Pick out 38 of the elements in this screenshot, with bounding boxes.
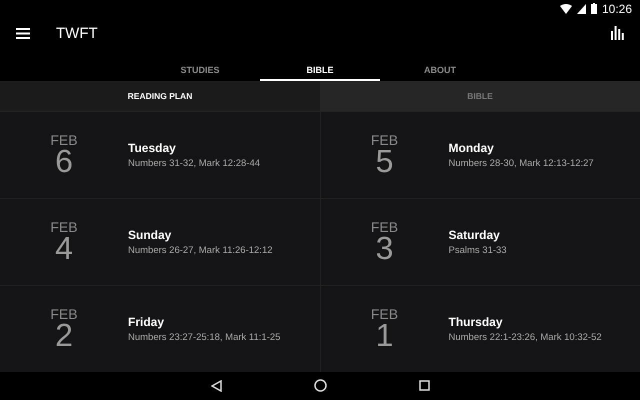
- bar-chart-icon[interactable]: [611, 26, 624, 40]
- segment-tab[interactable]: READING PLAN: [0, 80, 320, 111]
- weekday-title: Saturday: [448, 228, 500, 242]
- weekday-title: Tuesday: [128, 140, 176, 155]
- reading-text: Numbers 28-30, Mark 12:13-12:27: [448, 158, 594, 169]
- signal-icon: [576, 4, 586, 14]
- day-number: 6: [55, 144, 73, 177]
- weekday-title: Friday: [128, 314, 164, 329]
- battery-icon: [590, 3, 597, 14]
- month-label: FEB: [370, 132, 398, 147]
- segment-tab[interactable]: BIBLE: [320, 80, 640, 111]
- month-label: FEB: [370, 306, 398, 321]
- month-label: FEB: [50, 132, 78, 147]
- month-label: FEB: [50, 220, 78, 234]
- status-time: 10:26: [602, 2, 632, 16]
- back-icon[interactable]: [210, 380, 222, 392]
- menu-icon[interactable]: [16, 28, 30, 39]
- day-number: 3: [376, 232, 394, 264]
- day-number: 4: [55, 232, 73, 264]
- weekday-title: Monday: [448, 140, 494, 155]
- recents-icon[interactable]: [418, 380, 430, 392]
- reading-text: Numbers 26-27, Mark 11:26-12:12: [128, 244, 273, 256]
- reading-text: Numbers 22:1-23:26, Mark 10:32-52: [448, 332, 602, 343]
- home-icon[interactable]: [314, 379, 326, 392]
- day-number: 1: [376, 318, 394, 351]
- weekday-title: Sunday: [128, 228, 172, 242]
- app-title: TWFT: [56, 24, 99, 42]
- tab[interactable]: ABOUT: [380, 49, 500, 81]
- day-number: 5: [376, 144, 394, 177]
- month-label: FEB: [50, 306, 78, 321]
- reading-text: Numbers 23:27-25:18, Mark 11:1-25: [128, 332, 280, 343]
- weekday-title: Thursday: [448, 314, 503, 329]
- reading-text: Psalms 31-33: [448, 244, 507, 256]
- month-label: FEB: [370, 220, 398, 234]
- tab[interactable]: STUDIES: [140, 49, 260, 81]
- reading-text: Numbers 31-32, Mark 12:28-44: [128, 158, 260, 169]
- wifi-icon: [560, 4, 572, 14]
- day-number: 2: [55, 318, 73, 351]
